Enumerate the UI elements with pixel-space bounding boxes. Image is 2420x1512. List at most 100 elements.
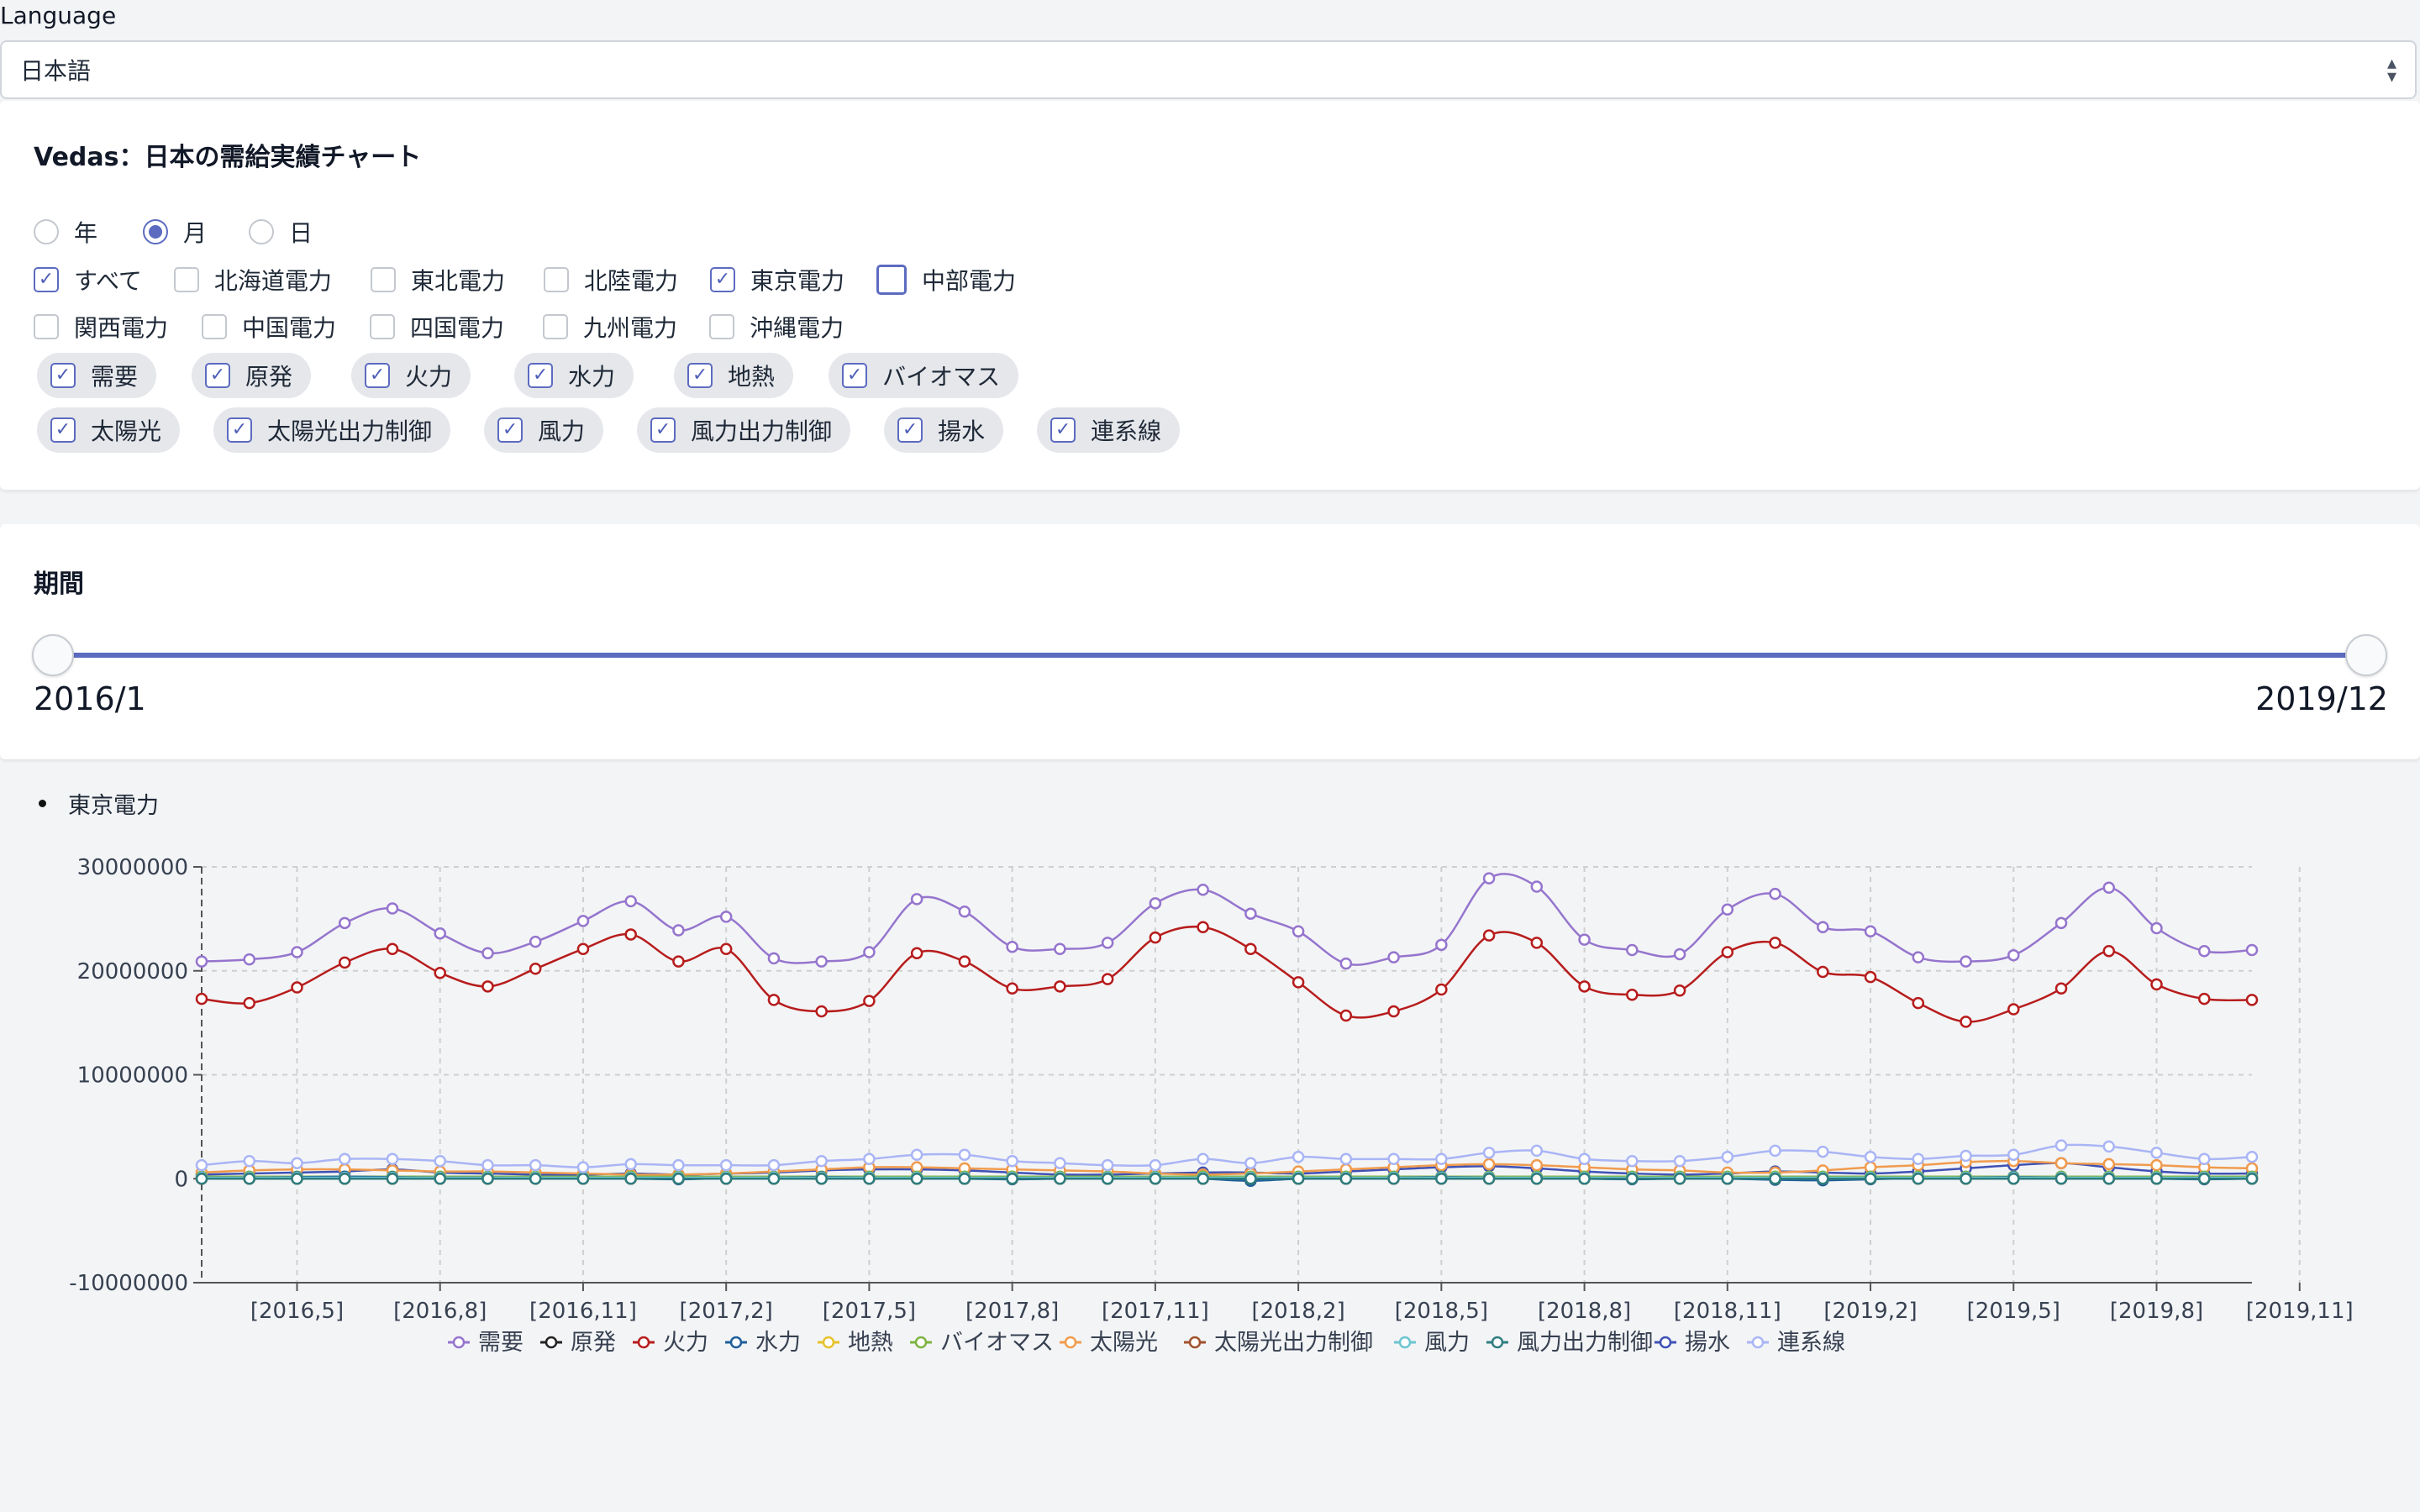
checkbox[interactable]: ✓ xyxy=(709,267,735,292)
checkbox[interactable]: ✓ xyxy=(528,363,554,388)
area-checkbox-0[interactable]: 関西電力 xyxy=(34,310,168,344)
checkbox[interactable]: ✓ xyxy=(205,363,231,388)
data-point xyxy=(386,1173,399,1185)
checkbox[interactable]: ✓ xyxy=(34,267,59,292)
source-chip-0[interactable]: ✓ 需要 xyxy=(37,353,157,398)
source-chip-5[interactable]: ✓ バイオマス xyxy=(829,353,1019,398)
source-chip-2[interactable]: ✓ 風力 xyxy=(484,407,604,453)
period-slider-track[interactable] xyxy=(52,653,2366,658)
checkbox[interactable] xyxy=(543,267,569,292)
x-tick-label: [2018,5] xyxy=(1395,1299,1488,1324)
data-point xyxy=(815,1005,828,1018)
checkbox[interactable] xyxy=(202,314,228,339)
checkbox[interactable]: ✓ xyxy=(687,363,713,388)
data-point xyxy=(624,1158,637,1171)
legend-label: 太陽光 xyxy=(1090,1330,1158,1356)
source-chip-5[interactable]: ✓ 連系線 xyxy=(1037,407,1181,453)
checkbox[interactable] xyxy=(709,314,735,339)
data-point xyxy=(1912,996,1925,1010)
checkbox[interactable] xyxy=(173,267,199,292)
check-icon: ✓ xyxy=(502,419,518,440)
language-label: Language xyxy=(0,2,117,29)
checkbox[interactable]: ✓ xyxy=(842,363,868,388)
check-icon: ✓ xyxy=(369,365,386,386)
data-point xyxy=(529,935,542,948)
source-chip-0[interactable]: ✓ 太陽光 xyxy=(37,407,181,453)
area-checkbox-4[interactable]: 沖縄電力 xyxy=(709,310,844,344)
checkbox[interactable]: ✓ xyxy=(365,363,391,388)
radio-button[interactable] xyxy=(249,219,275,244)
data-point xyxy=(1721,903,1734,916)
data-point xyxy=(481,947,494,959)
data-point xyxy=(1673,1173,1686,1185)
checkbox[interactable]: ✓ xyxy=(50,363,76,388)
data-point xyxy=(1721,1151,1734,1163)
period-start-label: 2016/1 xyxy=(34,680,146,717)
area-checkbox-5[interactable]: 中部電力 xyxy=(876,263,1016,297)
radio-button[interactable] xyxy=(143,219,169,244)
granularity-option-1[interactable]: 月 xyxy=(143,215,207,249)
data-point xyxy=(1482,872,1496,885)
data-point xyxy=(863,1152,876,1165)
chip-label: 風力出力制御 xyxy=(691,417,833,445)
chip-label: 揚水 xyxy=(938,417,986,445)
area-checkbox-2[interactable]: 東北電力 xyxy=(370,263,505,297)
area-checkbox-2[interactable]: 四国電力 xyxy=(370,310,504,344)
area-checkbox-4[interactable]: ✓ 東京電力 xyxy=(709,263,844,297)
legend-marker xyxy=(637,1336,650,1349)
checkbox[interactable]: ✓ xyxy=(650,417,676,443)
check-icon: ✓ xyxy=(692,365,708,386)
source-chip-3[interactable]: ✓ 風力出力制御 xyxy=(637,407,851,453)
source-chip-3[interactable]: ✓ 水力 xyxy=(514,353,634,398)
data-point xyxy=(1530,880,1544,893)
checkbox[interactable]: ✓ xyxy=(497,417,523,443)
checkbox[interactable]: ✓ xyxy=(50,417,76,443)
data-point xyxy=(2102,881,2116,894)
source-chip-2[interactable]: ✓ 火力 xyxy=(351,353,471,398)
legend-marker xyxy=(1659,1336,1672,1349)
checkbox-label: 中国電力 xyxy=(242,314,337,342)
checkbox[interactable] xyxy=(370,314,396,339)
legend-marker xyxy=(729,1336,743,1349)
source-chip-1[interactable]: ✓ 太陽光出力制御 xyxy=(213,407,451,453)
source-chip-4[interactable]: ✓ 揚水 xyxy=(884,407,1004,453)
radio-button[interactable] xyxy=(34,219,59,244)
data-point xyxy=(291,1173,303,1185)
checkbox[interactable] xyxy=(34,314,59,339)
area-checkbox-3[interactable]: 北陸電力 xyxy=(543,263,678,297)
granularity-option-0[interactable]: 年 xyxy=(34,215,97,249)
data-point xyxy=(1721,1173,1734,1185)
data-point xyxy=(767,994,781,1006)
checkbox[interactable] xyxy=(543,314,569,339)
granularity-option-2[interactable]: 日 xyxy=(249,215,313,249)
period-slider-start-handle[interactable] xyxy=(32,634,74,676)
data-point xyxy=(1817,1173,1829,1185)
data-point xyxy=(1006,941,1018,953)
legend-marker xyxy=(822,1336,835,1349)
data-point xyxy=(1149,1173,1162,1185)
legend-marker xyxy=(1064,1336,1077,1349)
check-icon: ✓ xyxy=(1055,419,1071,440)
checkbox[interactable] xyxy=(876,265,907,295)
checkbox[interactable]: ✓ xyxy=(227,417,253,443)
language-select-value: 日本語 xyxy=(20,57,92,85)
area-checkbox-3[interactable]: 九州電力 xyxy=(543,310,677,344)
data-point xyxy=(2102,1158,2116,1171)
checkbox[interactable]: ✓ xyxy=(897,417,923,443)
language-select[interactable]: 日本語 ▴ ▾ xyxy=(0,40,2417,99)
checkbox[interactable]: ✓ xyxy=(1050,417,1076,443)
source-chip-4[interactable]: ✓ 地熱 xyxy=(674,353,794,398)
y-tick-label: -10000000 xyxy=(69,1271,188,1296)
data-point xyxy=(1721,946,1734,958)
data-point xyxy=(576,1173,590,1185)
checkbox[interactable] xyxy=(370,267,396,292)
source-chip-1[interactable]: ✓ 原発 xyxy=(192,353,312,398)
data-point xyxy=(1864,1173,1877,1185)
data-point xyxy=(1626,988,1639,1001)
data-point xyxy=(1054,980,1066,993)
data-point xyxy=(481,980,494,993)
area-checkbox-0[interactable]: ✓ すべて xyxy=(34,263,142,297)
area-checkbox-1[interactable]: 中国電力 xyxy=(202,310,336,344)
period-slider-end-handle[interactable] xyxy=(2345,634,2387,676)
area-checkbox-1[interactable]: 北海道電力 xyxy=(173,263,332,297)
